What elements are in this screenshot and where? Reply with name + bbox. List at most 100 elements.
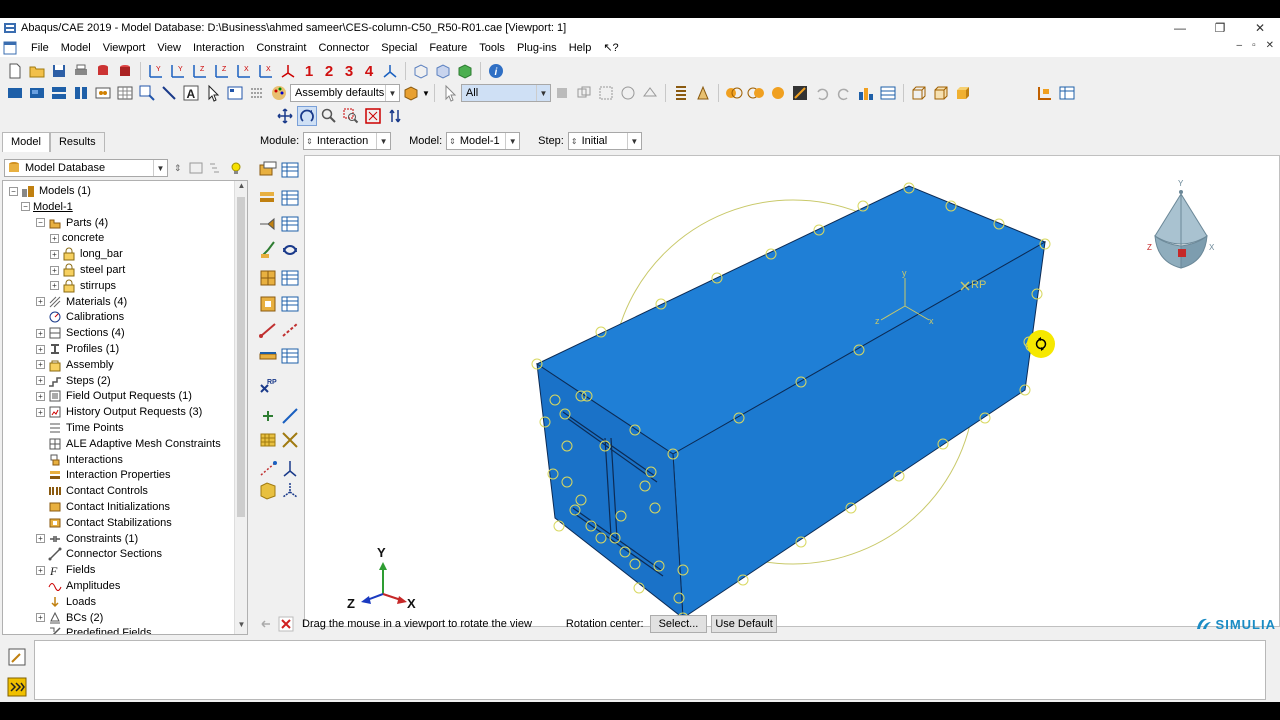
create-wire-icon[interactable]: [258, 320, 278, 340]
expand-icon[interactable]: +: [36, 613, 45, 623]
contact-init-icon[interactable]: [280, 240, 300, 260]
collapse-icon[interactable]: −: [21, 202, 30, 212]
visibility-4-icon[interactable]: [790, 83, 810, 103]
selection-option-3-icon[interactable]: [596, 83, 616, 103]
property-manager-icon[interactable]: [280, 188, 300, 208]
view-2-button[interactable]: 2: [319, 63, 339, 80]
expand-icon[interactable]: +: [36, 328, 45, 338]
pan-icon[interactable]: [275, 106, 295, 126]
connector-assignment-icon[interactable]: [280, 320, 300, 340]
stack-1-icon[interactable]: [671, 83, 691, 103]
tree-item-calibrations[interactable]: Calibrations: [36, 309, 124, 325]
create-connector-section-icon[interactable]: [258, 346, 278, 366]
expand-icon[interactable]: +: [36, 407, 45, 417]
color-code-icon[interactable]: [401, 83, 421, 103]
menu-constraint[interactable]: Constraint: [250, 42, 312, 54]
view-front-icon[interactable]: Y: [146, 61, 166, 81]
connector-section-manager-icon[interactable]: [280, 346, 300, 366]
view-bottom-icon[interactable]: Z: [212, 61, 232, 81]
pointer-icon[interactable]: [203, 83, 223, 103]
expand-icon[interactable]: +: [50, 233, 59, 243]
selection-option-4-icon[interactable]: [618, 83, 638, 103]
menu-help[interactable]: Help: [563, 42, 598, 54]
prompt-cancel-icon[interactable]: [278, 616, 294, 632]
expand-icon[interactable]: +: [36, 391, 45, 401]
tree-collapse-icon[interactable]: [208, 160, 224, 176]
tree-item-fields[interactable]: + F Fields: [36, 562, 95, 578]
viewport-canvas[interactable]: RP y x z Y X Z Y X Z: [305, 156, 1280, 627]
save-icon[interactable]: [49, 61, 69, 81]
expand-icon[interactable]: +: [36, 565, 45, 575]
partition-face-icon[interactable]: [258, 480, 278, 500]
display-group-2-icon[interactable]: [27, 83, 47, 103]
zoom-icon[interactable]: [319, 106, 339, 126]
menu-file[interactable]: File: [25, 42, 55, 54]
tree-item-ale-adaptive-mesh-constraints[interactable]: ALE Adaptive Mesh Constraints: [36, 436, 221, 452]
partition-edge-icon[interactable]: [258, 458, 278, 478]
cube-wire-icon[interactable]: [909, 83, 929, 103]
line-icon[interactable]: [159, 83, 179, 103]
menu-plugins[interactable]: Plug-ins: [511, 42, 563, 54]
tree-item-amplitudes[interactable]: Amplitudes: [36, 578, 120, 594]
kernel-command-icon[interactable]: [6, 676, 28, 698]
mdi-close-icon[interactable]: ✕: [1266, 40, 1274, 51]
expand-icon[interactable]: +: [36, 360, 45, 370]
menu-connector[interactable]: Connector: [312, 42, 375, 54]
expand-icon[interactable]: +: [50, 249, 59, 259]
info-icon[interactable]: i: [486, 61, 506, 81]
tree-item-loads[interactable]: Loads: [36, 594, 96, 610]
tree-item-field-output-requests-1[interactable]: + Field Output Requests (1): [36, 388, 192, 404]
constraint-manager-icon[interactable]: [280, 268, 300, 288]
view-3-button[interactable]: 3: [339, 63, 359, 80]
tree-hint-icon[interactable]: [228, 160, 244, 176]
tree-item-profiles-1[interactable]: + Profiles (1): [36, 341, 119, 357]
tree-item-model-1[interactable]: − Model-1: [21, 199, 73, 215]
query-icon[interactable]: [137, 83, 157, 103]
tree-toggle-icon[interactable]: [1035, 83, 1055, 103]
stack-2-icon[interactable]: [693, 83, 713, 103]
database-2-icon[interactable]: [115, 61, 135, 81]
reference-point-icon[interactable]: RP: [258, 376, 278, 396]
tree-item-connector-sections[interactable]: Connector Sections: [36, 546, 162, 562]
tab-results[interactable]: Results: [49, 132, 105, 152]
redo-icon[interactable]: [834, 83, 854, 103]
selection-filter-select[interactable]: All ▼: [460, 84, 551, 102]
tree-filter-icon[interactable]: [188, 160, 204, 176]
tree-item-contact-controls[interactable]: Contact Controls: [36, 483, 148, 499]
view-1-button[interactable]: 1: [299, 63, 319, 80]
mdi-restore-icon[interactable]: ▫: [1252, 40, 1256, 51]
scroll-thumb[interactable]: [237, 197, 245, 517]
tree-item-materials-4[interactable]: + Materials (4): [36, 294, 127, 310]
selection-option-1-icon[interactable]: [552, 83, 572, 103]
render-wireframe-icon[interactable]: [411, 61, 431, 81]
contact-controls-manager-icon[interactable]: [280, 214, 300, 234]
viewport-menu-icon[interactable]: [3, 41, 17, 55]
stabilization-manager-icon[interactable]: [280, 294, 300, 314]
view-manager-icon[interactable]: [225, 83, 245, 103]
expand-icon[interactable]: +: [50, 281, 59, 291]
text-annotation-icon[interactable]: A: [181, 83, 201, 103]
rotate-icon[interactable]: [297, 106, 317, 126]
minimize-button[interactable]: —: [1160, 18, 1200, 38]
create-constraint-icon[interactable]: [258, 268, 278, 288]
visibility-1-icon[interactable]: [724, 83, 744, 103]
cube-hidden-icon[interactable]: [931, 83, 951, 103]
view-back-icon[interactable]: Y: [168, 61, 188, 81]
csys-view-icon[interactable]: [380, 61, 400, 81]
display-group-4-icon[interactable]: [71, 83, 91, 103]
interaction-manager-icon[interactable]: [280, 160, 300, 180]
view-iso-icon[interactable]: [278, 61, 298, 81]
step-select[interactable]: ⇕ Initial ▼: [567, 132, 642, 150]
display-group-3-icon[interactable]: [49, 83, 69, 103]
cube-shaded-icon[interactable]: [953, 83, 973, 103]
tree-spin-icon[interactable]: ⇕: [174, 163, 182, 174]
tree-item-interactions[interactable]: Interactions: [36, 452, 123, 468]
menu-special[interactable]: Special: [375, 42, 423, 54]
tree-item-stirrups[interactable]: + stirrups: [50, 278, 116, 294]
menu-feature[interactable]: Feature: [423, 42, 473, 54]
undo-icon[interactable]: [812, 83, 832, 103]
selection-arrow-icon[interactable]: [440, 83, 460, 103]
tree-item-contact-initializations[interactable]: Contact Initializations: [36, 499, 170, 515]
new-file-icon[interactable]: [5, 61, 25, 81]
view-left-icon[interactable]: X: [234, 61, 254, 81]
